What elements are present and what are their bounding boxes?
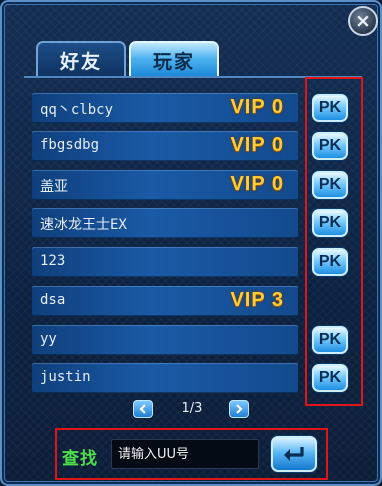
tab-players[interactable]: 玩家 — [129, 41, 219, 77]
enter-return-icon[interactable] — [271, 436, 317, 472]
player-row[interactable]: yy — [32, 325, 298, 355]
player-name: 盖亚 — [40, 179, 68, 195]
player-name: fbgsdbg — [40, 137, 100, 153]
friends-players-panel: × 好友 玩家 qq丶clbcy VIP 0 fbgsdbg VIP 0 盖亚 … — [0, 0, 382, 486]
arrow-right-icon[interactable] — [229, 400, 249, 418]
uu-number-input[interactable] — [111, 439, 259, 469]
search-label: 查找 — [62, 449, 98, 469]
vip-level: VIP 3 — [230, 289, 284, 311]
player-name: justin — [40, 369, 91, 385]
tab-friends[interactable]: 好友 — [36, 41, 126, 77]
player-name: 123 — [40, 253, 66, 269]
player-row[interactable]: 速冰龙王士EX — [32, 208, 298, 238]
player-row[interactable]: dsa VIP 3 — [32, 286, 298, 316]
player-name: dsa — [40, 292, 66, 308]
player-name: 速冰龙王士EX — [40, 217, 127, 233]
player-row[interactable]: qq丶clbcy VIP 0 — [32, 93, 298, 123]
pagination: 1/3 — [133, 400, 249, 420]
player-row[interactable]: 123 — [32, 247, 298, 277]
player-name: qq丶clbcy — [40, 102, 114, 118]
page-indicator: 1/3 — [181, 401, 203, 416]
close-icon[interactable]: × — [348, 6, 378, 36]
search-bar: 查找 — [55, 428, 328, 480]
player-row[interactable]: justin — [32, 363, 298, 393]
pk-column-highlight — [305, 77, 363, 406]
vip-level: VIP 0 — [230, 134, 284, 156]
player-row[interactable]: fbgsdbg VIP 0 — [32, 131, 298, 161]
player-row[interactable]: 盖亚 VIP 0 — [32, 170, 298, 200]
arrow-left-icon[interactable] — [133, 400, 153, 418]
vip-level: VIP 0 — [230, 173, 284, 195]
player-name: yy — [40, 331, 57, 347]
vip-level: VIP 0 — [230, 96, 284, 118]
